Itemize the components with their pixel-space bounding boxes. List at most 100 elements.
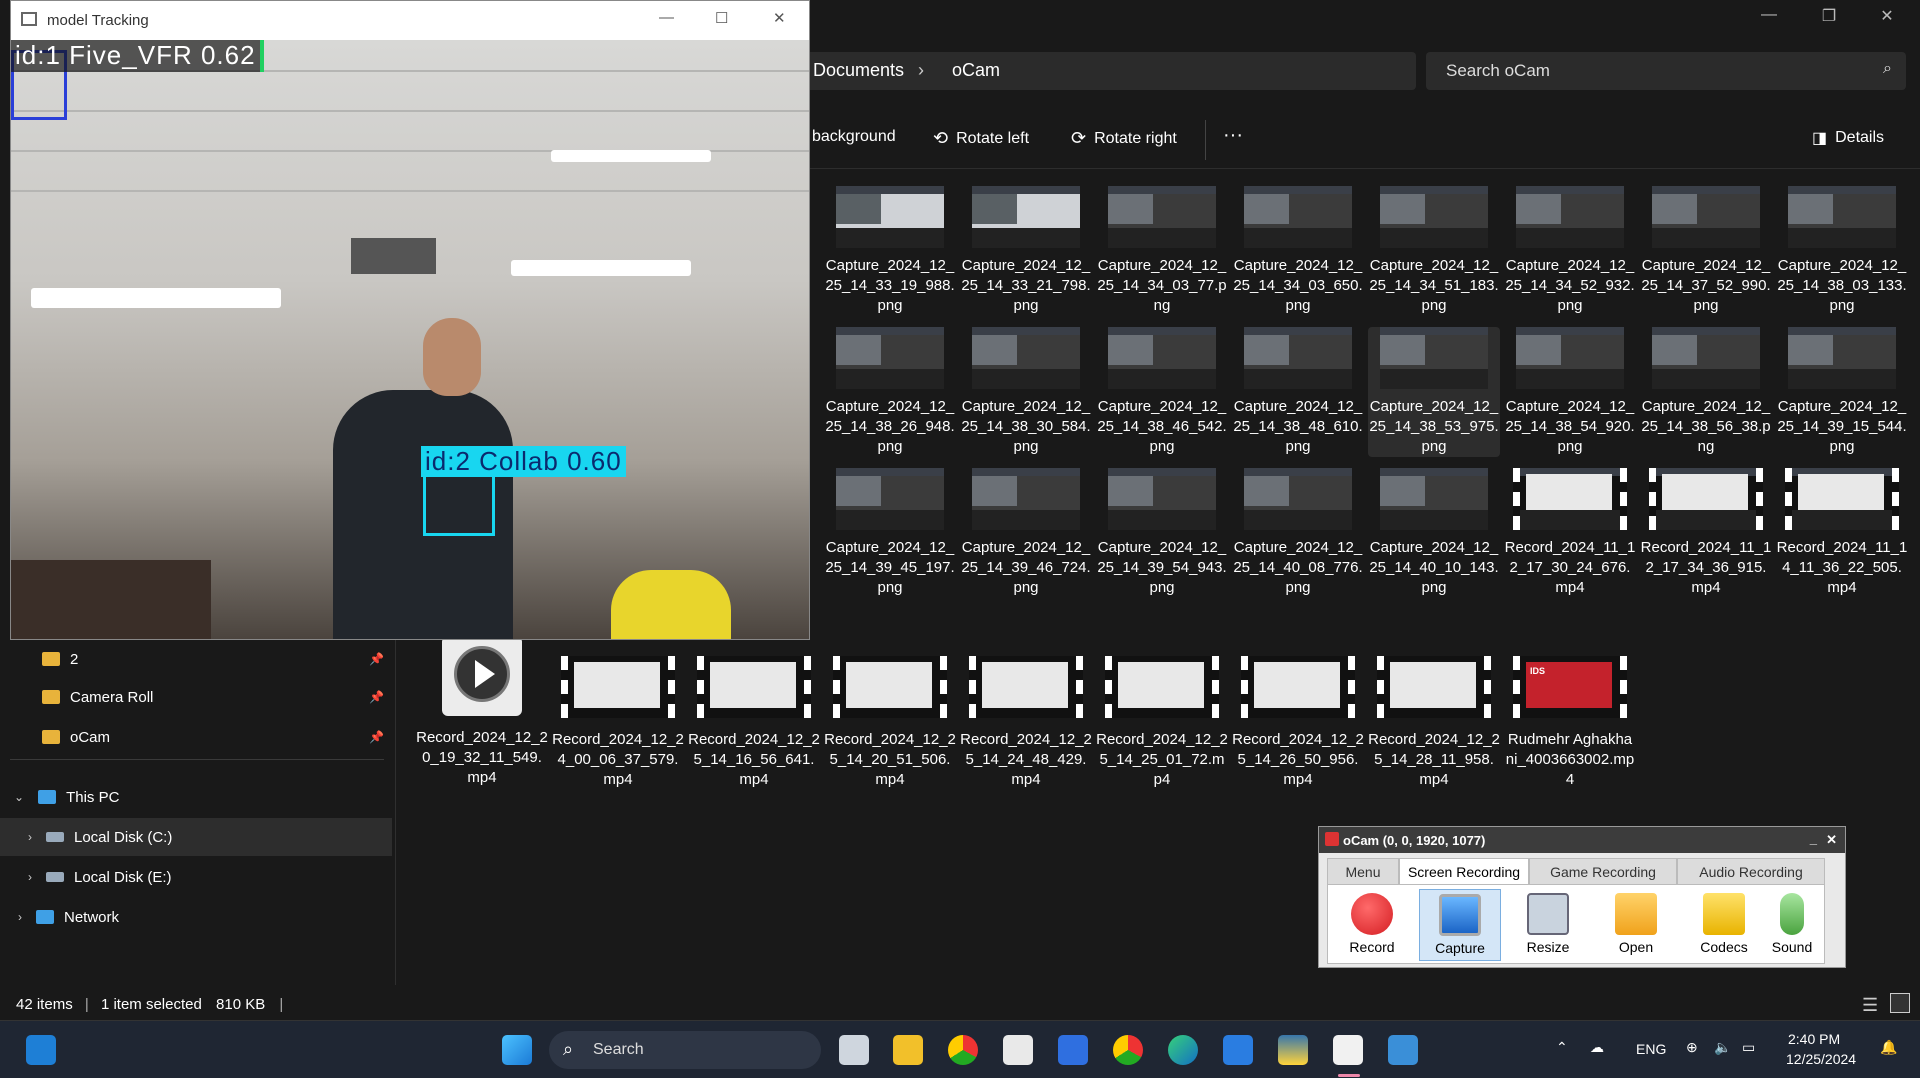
widgets-icon[interactable] [26,1035,56,1065]
chevron-right-icon[interactable]: › [28,830,32,844]
file-item[interactable]: Record_2024_12_25_14_24_48_429.mp4 [960,656,1092,790]
minimize-icon[interactable]: — [659,9,674,26]
file-item[interactable]: Capture_2024_12_25_14_34_03_650.png [1232,186,1364,316]
file-item[interactable]: Capture_2024_12_25_14_33_21_798.png [960,186,1092,316]
model-tracking-window[interactable]: model Tracking — ☐ ✕ id:1 Five_VFR 0.62 … [10,0,810,640]
close-icon[interactable]: ✕ [773,9,786,27]
chevron-down-icon[interactable]: ⌄ [14,790,24,804]
file-item[interactable]: Record_2024_12_25_14_26_50_956.mp4 [1232,656,1364,790]
chevron-right-icon[interactable]: › [28,870,32,884]
set-background-button[interactable]: background [812,128,896,146]
python-icon[interactable] [1278,1035,1308,1065]
snipping-tool-icon[interactable] [1003,1035,1033,1065]
file-item[interactable]: Capture_2024_12_25_14_38_26_948.png [824,327,956,457]
rotate-right-button[interactable]: ⟳ Rotate right [1071,128,1177,149]
file-item[interactable]: Capture_2024_12_25_14_38_54_920.png [1504,327,1636,457]
details-view-icon[interactable]: ☰ [1862,995,1878,1016]
search-input[interactable]: Search oCam [1446,61,1550,81]
breadcrumb-documents[interactable]: Documents [813,60,904,81]
file-item[interactable]: Capture_2024_12_25_14_40_10_143.png [1368,468,1500,598]
nav-item-camera-roll[interactable]: Camera Roll 📌 [0,678,392,716]
close-icon[interactable]: ✕ [1864,6,1910,26]
details-button[interactable]: ◨ Details [1812,128,1884,148]
file-item[interactable]: Capture_2024_12_25_14_38_03_133.png [1776,186,1908,316]
capture-button[interactable]: Capture [1419,889,1501,961]
file-item[interactable]: Record_2024_12_20_19_32_11_549.mp4 [416,636,548,788]
nav-item-local-disk-c[interactable]: › Local Disk (C:) [0,818,392,856]
file-item[interactable]: Capture_2024_12_25_14_39_45_197.png [824,468,956,598]
rotate-left-button[interactable]: ⟲ Rotate left [933,128,1029,149]
file-item[interactable]: Record_2024_12_25_14_25_01_72.mp4 [1096,656,1228,790]
taskbar-search[interactable]: ⌕ Search [549,1031,821,1069]
file-item[interactable]: Record_2024_11_12_17_34_36_915.mp4 [1640,468,1772,598]
file-item[interactable]: Capture_2024_12_25_14_38_46_542.png [1096,327,1228,457]
file-item[interactable]: Capture_2024_12_25_14_38_53_975.png [1368,327,1500,457]
file-item[interactable]: Capture_2024_12_25_14_38_56_38.png [1640,327,1772,457]
tab-audio-recording[interactable]: Audio Recording [1677,858,1825,884]
ocam-taskbar-icon[interactable] [1333,1035,1363,1065]
file-item[interactable]: Record_2024_12_25_14_20_51_506.mp4 [824,656,956,790]
open-button[interactable]: Open [1595,889,1677,961]
nav-item-this-pc[interactable]: ⌄ This PC [0,778,392,816]
file-item[interactable]: Capture_2024_12_25_14_34_51_183.png [1368,186,1500,316]
breadcrumb-ocam[interactable]: oCam [952,60,1000,81]
file-item[interactable]: Record_2024_12_24_00_06_37_579.mp4 [552,656,684,790]
chrome-icon[interactable] [1113,1035,1143,1065]
ocam-minimize-icon[interactable]: _ [1810,831,1817,846]
file-item[interactable]: Capture_2024_12_25_14_33_19_988.png [824,186,956,316]
nav-item-ocam[interactable]: oCam 📌 [0,718,392,756]
file-item[interactable]: IDS Rudmehr Aghakhani_4003663002.mp4 [1504,656,1636,790]
tab-menu[interactable]: Menu [1327,858,1399,884]
clock-date[interactable]: 12/25/2024 [1786,1051,1856,1067]
file-explorer-icon[interactable] [893,1035,923,1065]
resize-button[interactable]: Resize [1507,889,1589,961]
nav-item-network[interactable]: › Network [0,898,392,936]
file-item[interactable]: Capture_2024_12_25_14_38_48_610.png [1232,327,1364,457]
start-icon[interactable] [502,1035,532,1065]
clock-time[interactable]: 2:40 PM [1788,1031,1840,1047]
notification-icon[interactable]: 🔔 [1880,1039,1897,1056]
ocam-window[interactable]: oCam (0, 0, 1920, 1077) _ ✕ Menu Screen … [1318,826,1846,968]
edge-icon[interactable] [1168,1035,1198,1065]
file-item[interactable]: Record_2024_11_14_11_36_22_505.mp4 [1776,468,1908,598]
file-item[interactable]: Capture_2024_12_25_14_39_46_724.png [960,468,1092,598]
record-button[interactable]: Record [1331,889,1413,961]
file-item[interactable]: Record_2024_11_12_17_30_24_676.mp4 [1504,468,1636,598]
weather-icon[interactable]: ☁ [1590,1039,1604,1056]
file-item[interactable]: Capture_2024_12_25_14_37_52_990.png [1640,186,1772,316]
network-icon[interactable]: ⊕ [1686,1039,1698,1056]
chevron-right-icon[interactable]: › [18,910,22,924]
file-item[interactable]: Record_2024_12_25_14_28_11_958.mp4 [1368,656,1500,790]
nav-item-folder[interactable]: 2 📌 [0,640,392,678]
vscode-icon[interactable] [1223,1035,1253,1065]
tab-game-recording[interactable]: Game Recording [1529,858,1677,884]
chevron-up-icon[interactable]: ⌃ [1556,1039,1568,1056]
search-icon[interactable]: ⌕ [1883,60,1892,78]
large-icons-view-icon[interactable] [1890,993,1910,1013]
minimize-icon[interactable]: — [1746,6,1792,24]
task-view-icon[interactable] [839,1035,869,1065]
language-indicator[interactable]: ENG [1636,1041,1666,1057]
file-item[interactable]: Capture_2024_12_25_14_34_03_77.png [1096,186,1228,316]
codecs-button[interactable]: Codecs [1683,889,1765,961]
title-bar[interactable]: model Tracking — ☐ ✕ [11,1,809,40]
file-item[interactable]: Capture_2024_12_25_14_40_08_776.png [1232,468,1364,598]
nav-item-local-disk-e[interactable]: › Local Disk (E:) [0,858,392,896]
more-options-button[interactable]: ··· [1223,124,1243,147]
file-item[interactable]: Capture_2024_12_25_14_38_30_584.png [960,327,1092,457]
tab-screen-recording[interactable]: Screen Recording [1399,858,1529,884]
todo-icon[interactable] [1058,1035,1088,1065]
ocam-title-bar[interactable]: oCam (0, 0, 1920, 1077) _ ✕ [1319,827,1845,853]
file-item[interactable]: Capture_2024_12_25_14_39_54_943.png [1096,468,1228,598]
battery-icon[interactable]: ▭ [1742,1039,1755,1056]
ocam-close-icon[interactable]: ✕ [1826,832,1837,848]
restore-icon[interactable]: ❐ [1806,6,1852,26]
file-item[interactable]: Capture_2024_12_25_14_34_52_932.png [1504,186,1636,316]
sound-button[interactable]: Sound [1755,889,1829,961]
file-item[interactable]: Capture_2024_12_25_14_39_15_544.png [1776,327,1908,457]
search-box[interactable]: Search oCam ⌕ [1426,52,1906,90]
file-item[interactable]: Record_2024_12_25_14_16_56_641.mp4 [688,656,820,790]
photos-icon[interactable] [1388,1035,1418,1065]
chrome-icon[interactable] [948,1035,978,1065]
volume-icon[interactable]: 🔈 [1714,1039,1731,1056]
